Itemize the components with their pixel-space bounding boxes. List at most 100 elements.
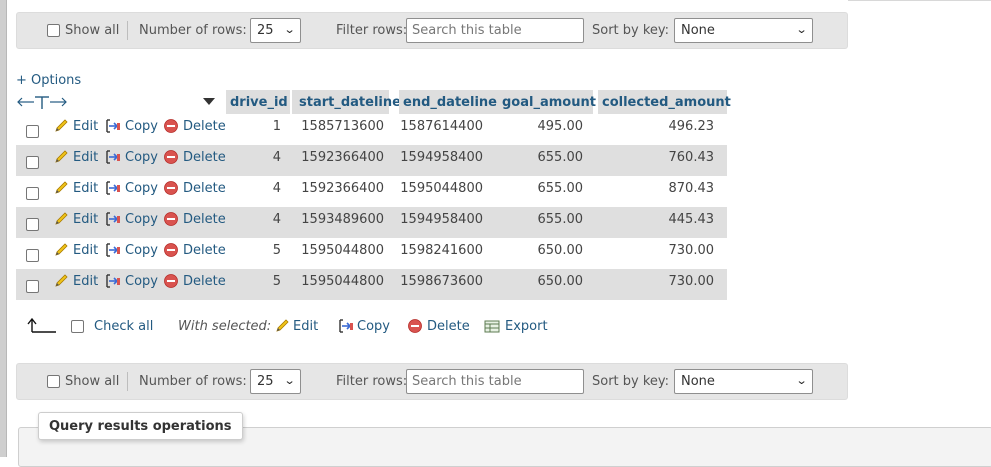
filter-rows-input-bottom[interactable]: Search this table [406,369,584,394]
row-edit-label: Edit [73,211,99,227]
options-link[interactable]: + Options [16,73,81,88]
rows-select-value-bottom: 25 [257,374,274,389]
row-edit-link[interactable]: Edit [53,238,98,262]
copy-icon [106,119,120,133]
pencil-icon [276,319,289,332]
pencil-icon [55,274,68,287]
filter-label: Filter rows: [336,23,408,38]
sort-select-value-bottom: None [681,374,715,389]
row-copy-label: Copy [125,180,158,196]
column-header-goal-amount[interactable]: goal_amount [498,90,596,114]
rows-select-bottom[interactable]: 25 ⌄ [250,369,301,394]
row-checkbox[interactable] [26,150,39,174]
cell-drive-id: 4 [272,180,281,196]
copy-icon [106,243,120,257]
row-copy-link[interactable]: Copy [104,238,158,262]
row-edit-label: Edit [73,149,99,165]
chevron-down-icon: ⌄ [283,374,296,387]
show-all-toggle[interactable]: Show all [47,13,119,48]
bulk-edit-button[interactable]: Edit [274,315,318,337]
bulk-delete-label: Delete [427,318,470,334]
cell-collected-amount: 760.43 [668,149,715,165]
row-checkbox[interactable] [26,243,39,267]
pencil-icon [55,181,68,194]
row-copy-link[interactable]: Copy [104,176,158,200]
cell-goal-amount: 495.00 [537,118,584,134]
row-edit-link[interactable]: Edit [53,114,98,138]
query-results-legend: Query results operations [38,412,243,440]
column-header-collected-amount[interactable]: collected_amount [598,90,731,114]
chevron-down-icon: ⌄ [795,23,808,36]
show-all-checkbox[interactable] [47,24,60,37]
row-checkbox[interactable] [26,119,39,143]
top-divider [848,0,991,1]
cell-goal-amount: 655.00 [537,211,584,227]
delete-icon [408,319,422,333]
sort-dropdown-toggle[interactable] [203,90,217,114]
row-edit-link[interactable]: Edit [53,145,98,169]
column-header-end-dateline[interactable]: end_dateline [399,90,498,114]
sort-label: Sort by key: [592,23,670,38]
bulk-copy-button[interactable]: Copy [337,315,390,337]
sort-by-key-select[interactable]: None ⌄ [674,18,813,43]
chevron-down-icon: ⌄ [283,23,296,36]
row-checkbox[interactable] [26,181,39,205]
row-edit-link[interactable]: Edit [53,207,98,231]
column-header-start-dateline[interactable]: start_dateline [292,90,401,114]
filter-rows-input[interactable]: Search this table [406,18,584,43]
cell-drive-id: 5 [272,242,281,258]
table-row: Edit Copy Delete 1 1585713600 1587614400 495.0… [16,114,727,145]
nav-separator [127,372,128,391]
row-checkbox[interactable] [26,212,39,236]
check-all-label[interactable]: Check all [94,315,153,337]
row-copy-link[interactable]: Copy [104,145,158,169]
rows-select[interactable]: 25 ⌄ [250,18,301,43]
cell-drive-id: 4 [272,211,281,227]
pencil-icon [55,119,68,132]
cell-collected-amount: 730.00 [668,242,715,258]
rows-select-value: 25 [257,23,274,38]
pencil-icon [55,212,68,225]
copy-icon [106,212,120,226]
row-copy-label: Copy [125,242,158,258]
rows-label: Number of rows: [139,23,247,38]
with-selected-label: With selected: [178,318,272,334]
show-all-toggle-bottom[interactable]: Show all [47,364,119,399]
row-copy-link[interactable]: Copy [104,114,158,138]
column-resize-arrows-icon [17,96,67,109]
table-row: Edit Copy Delete 5 1595044800 1598673600 650.0… [16,269,727,300]
copy-icon [106,274,120,288]
cell-collected-amount: 870.43 [668,180,715,196]
row-copy-link[interactable]: Copy [104,269,158,293]
bulk-copy-label: Copy [357,318,390,334]
cell-goal-amount: 655.00 [537,180,584,196]
bulk-delete-button[interactable]: Delete [407,315,470,337]
cell-drive-id: 1 [272,118,281,134]
row-copy-label: Copy [125,273,158,289]
sort-by-key-select-bottom[interactable]: None ⌄ [674,369,813,394]
cell-collected-amount: 730.00 [668,273,715,289]
bulk-export-button[interactable]: Export [484,315,548,337]
check-all-arrow-icon [27,315,57,337]
table-navigation-top: Show all Number of rows: 25 ⌄ Filter row… [16,12,848,49]
row-edit-link[interactable]: Edit [53,269,98,293]
column-resize-control[interactable] [16,90,116,114]
row-edit-link[interactable]: Edit [53,176,98,200]
table-row: Edit Copy Delete 4 1592366400 1595044800 655.0… [16,176,727,207]
chevron-down-icon: ⌄ [795,374,808,387]
cell-goal-amount: 650.00 [537,242,584,258]
show-all-checkbox-bottom[interactable] [47,375,60,388]
table-row: Edit Copy Delete 5 1595044800 1598241600 650.0… [16,238,727,269]
row-copy-link[interactable]: Copy [104,207,158,231]
check-all-checkbox[interactable] [71,315,84,337]
nav-separator [127,21,128,40]
table-header: drive_id start_dateline end_dateline goa… [16,90,731,114]
cell-collected-amount: 496.23 [668,118,715,134]
cell-drive-id: 5 [272,273,281,289]
table-navigation-bottom: Show all Number of rows: 25 ⌄ Filter row… [16,363,848,400]
row-edit-label: Edit [73,180,99,196]
cell-drive-id: 4 [272,149,281,165]
row-checkbox[interactable] [26,274,39,298]
copy-icon [106,150,120,164]
column-header-drive-id[interactable]: drive_id [226,90,290,114]
